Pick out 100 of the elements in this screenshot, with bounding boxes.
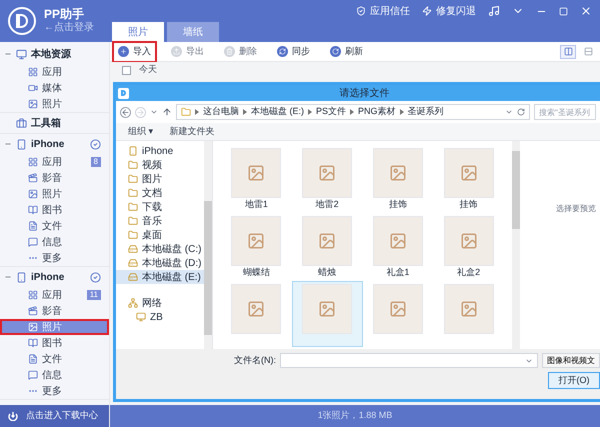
file-name: 地雷2 [316, 198, 339, 210]
file-tile[interactable]: 蜡烛 [292, 213, 362, 279]
folder-icon [128, 188, 138, 198]
nav-item[interactable]: 本地磁盘 (C:) [116, 242, 204, 256]
item-icon [28, 221, 38, 231]
thumbnail-image [444, 216, 494, 266]
status-bar: 1张照片，1.88 MB [110, 405, 600, 427]
search-field[interactable]: 搜索"圣诞系列 [534, 104, 596, 120]
nav-item[interactable]: iPhone [116, 144, 204, 158]
item-icon [28, 205, 38, 215]
toolbar-button[interactable]: 导入 [114, 42, 155, 60]
header-action[interactable]: 修复闪退 [422, 4, 476, 18]
file-tile[interactable]: 地雷1 [221, 145, 292, 211]
file-type-dropdown[interactable]: 图像和视频文 [542, 353, 600, 368]
tab[interactable]: 照片 [112, 22, 164, 42]
sidebar-item[interactable]: 应用 8 [0, 154, 109, 170]
sidebar-item[interactable]: 更多 [0, 250, 109, 266]
file-tile[interactable]: 挂饰 [362, 145, 434, 211]
music-icon[interactable] [488, 5, 500, 17]
breadcrumb[interactable]: PS文件 [316, 105, 346, 119]
drive-icon [128, 272, 138, 282]
filename-field[interactable] [280, 353, 538, 368]
sidebar-group[interactable]: 本地资源 [0, 44, 109, 64]
nav-item[interactable]: 图片 [116, 172, 204, 186]
download-center-button[interactable]: 点击进入下载中心 [0, 405, 109, 427]
computer-icon [136, 312, 146, 322]
file-name: 礼盒2 [457, 266, 480, 278]
sidebar-item[interactable]: 信息 [0, 234, 109, 250]
import-icon [118, 46, 129, 57]
open-button[interactable]: 打开(O) [548, 372, 600, 389]
header-action[interactable]: 应用信任 [356, 4, 410, 18]
thumbnail-image [372, 284, 423, 334]
thumbnail-image [231, 284, 282, 334]
nav-item[interactable]: 文档 [116, 186, 204, 200]
scrollbar[interactable] [512, 141, 520, 349]
nav-item[interactable]: 本地磁盘 (D:) [116, 256, 204, 270]
thumbnail-image [302, 148, 352, 198]
count-badge: 8 [90, 157, 101, 167]
nav-item[interactable]: 音乐 [116, 214, 204, 228]
nav-item[interactable]: 本地磁盘 (E:) [116, 270, 204, 284]
sidebar-item[interactable]: 图书 [0, 202, 109, 218]
file-tile[interactable] [292, 281, 362, 347]
sidebar-item[interactable]: 信息 [0, 367, 109, 383]
back-icon[interactable] [120, 106, 131, 118]
sidebar-group[interactable]: 工具箱 [0, 113, 109, 133]
file-tile[interactable]: 礼盒2 [433, 213, 504, 279]
sidebar-item[interactable]: 应用 11 [0, 287, 109, 303]
sidebar-item[interactable]: 文件 [0, 218, 109, 234]
view-toggle[interactable] [560, 44, 576, 58]
breadcrumb[interactable]: PNG素材 [358, 105, 396, 119]
sidebar-item[interactable]: 照片 [0, 186, 109, 202]
toolbar-button[interactable]: 同步 [273, 42, 314, 60]
nav-item[interactable]: 网络 [116, 296, 204, 310]
breadcrumb[interactable]: 圣诞系列 [408, 105, 444, 119]
sidebar-group[interactable]: iPhone [0, 134, 109, 154]
new-folder-button[interactable]: 新建文件夹 [170, 124, 215, 138]
refresh-icon[interactable] [517, 108, 525, 116]
sidebar-item[interactable]: 文件 [0, 351, 109, 367]
maximize-icon[interactable] [559, 6, 568, 16]
dialog-title: 请选择文件 [338, 86, 390, 100]
breadcrumb[interactable]: 这台电脑 [203, 105, 239, 119]
sidebar-item[interactable]: 应用 [0, 64, 109, 80]
up-icon[interactable] [162, 107, 172, 117]
address-bar[interactable]: 这台电脑 本地磁盘 (E:) PS文件 PNG素材 圣诞系列 [176, 104, 530, 120]
lightning-icon [422, 6, 432, 16]
sidebar-item[interactable]: 影音 [0, 170, 109, 186]
item-icon [28, 370, 38, 380]
organize-button[interactable]: 组织 ▾ [128, 124, 154, 138]
checkbox[interactable] [122, 66, 131, 74]
preview-hint: 选择要预览 [556, 203, 596, 215]
item-icon [28, 157, 38, 167]
file-tile[interactable]: 蝴蝶结 [221, 213, 292, 279]
breadcrumb[interactable]: 本地磁盘 (E:) [251, 105, 304, 119]
export-icon [171, 46, 182, 57]
sidebar-item[interactable]: 影音 [0, 303, 109, 319]
nav-item[interactable]: 下载 [116, 200, 204, 214]
sidebar-item[interactable]: 图书 [0, 335, 109, 351]
dropdown-icon[interactable] [505, 108, 513, 116]
file-tile[interactable]: 挂饰 [433, 145, 504, 211]
folder-icon [128, 160, 138, 170]
logo-icon [8, 7, 36, 35]
file-tile[interactable]: 礼盒1 [362, 213, 434, 279]
scrollbar[interactable] [204, 141, 212, 349]
forward-icon[interactable] [135, 106, 146, 118]
nav-item[interactable]: 视频 [116, 158, 204, 172]
sidebar-item[interactable]: 更多 [0, 383, 109, 399]
nav-item[interactable]: ZB [116, 310, 204, 324]
sidebar-item[interactable]: 媒体 [0, 80, 109, 96]
folder-icon [181, 107, 191, 117]
sidebar-item[interactable]: 照片 [0, 96, 109, 112]
toolbar-button[interactable]: 刷新 [326, 42, 367, 60]
filename-label: 文件名(N): [234, 354, 276, 367]
sidebar-group[interactable]: iPhone [0, 267, 109, 287]
monitor-icon [16, 48, 27, 60]
nav-item[interactable]: 桌面 [116, 228, 204, 242]
close-icon[interactable] [580, 5, 592, 17]
phone-icon [128, 146, 138, 156]
history-icon[interactable] [150, 108, 158, 116]
thumbnail-image [231, 148, 282, 198]
file-tile[interactable]: 地雷2 [292, 145, 362, 211]
